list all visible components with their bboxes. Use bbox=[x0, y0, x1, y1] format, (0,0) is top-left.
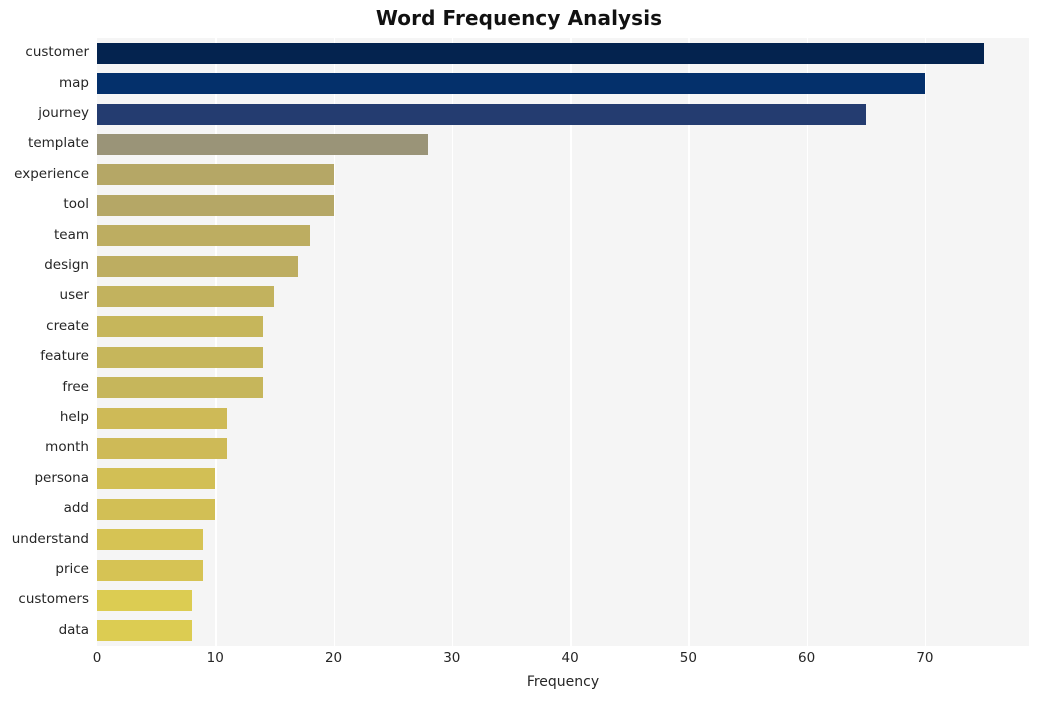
bar-data[interactable] bbox=[97, 620, 192, 642]
bar-row bbox=[97, 437, 1029, 459]
y-tick-label-persona: persona bbox=[34, 469, 89, 486]
x-axis-tick-labels: 0 10 20 30 40 50 60 70 bbox=[0, 650, 1038, 672]
x-tick-label-20: 20 bbox=[324, 650, 343, 666]
x-tick-label-0: 0 bbox=[92, 650, 102, 666]
bar-row bbox=[97, 133, 1029, 155]
chart-title: Word Frequency Analysis bbox=[375, 6, 663, 30]
word-frequency-chart-figure: Word Frequency Analysis customer map journ… bbox=[0, 0, 1038, 701]
bar-customer[interactable] bbox=[97, 42, 985, 64]
bar-row bbox=[97, 559, 1029, 581]
y-tick-label-journey: journey bbox=[38, 105, 89, 121]
bar-row bbox=[97, 194, 1029, 216]
y-tick-label-design: design bbox=[44, 257, 89, 273]
y-tick-label-feature: feature bbox=[40, 348, 89, 365]
y-tick-label-free: free bbox=[62, 378, 89, 395]
x-tick-label-50: 50 bbox=[679, 650, 697, 666]
bar-team[interactable] bbox=[97, 225, 310, 247]
bar-row bbox=[97, 377, 1029, 399]
y-tick-label-template: template bbox=[28, 135, 89, 152]
bar-row bbox=[97, 285, 1029, 307]
y-tick-label-help: help bbox=[59, 409, 89, 425]
bar-journey[interactable] bbox=[97, 103, 866, 125]
bar-map[interactable] bbox=[97, 73, 925, 95]
bar-persona[interactable] bbox=[97, 468, 216, 490]
bar-help[interactable] bbox=[97, 407, 228, 429]
x-tick-label-60: 60 bbox=[798, 650, 816, 666]
bar-row bbox=[97, 589, 1029, 611]
y-tick-label-experience: experience bbox=[14, 165, 89, 182]
bar-feature[interactable] bbox=[97, 346, 263, 368]
x-tick-label-40: 40 bbox=[561, 650, 579, 666]
y-tick-label-customer: customer bbox=[25, 44, 89, 61]
y-tick-label-user: user bbox=[59, 287, 89, 304]
x-tick-label-10: 10 bbox=[206, 650, 224, 666]
bar-row bbox=[97, 468, 1029, 490]
bar-price[interactable] bbox=[97, 559, 204, 581]
y-tick-label-map: map bbox=[59, 74, 89, 91]
bar-row bbox=[97, 529, 1029, 551]
x-axis-title: Frequency bbox=[526, 674, 600, 690]
y-tick-label-price: price bbox=[55, 561, 89, 577]
bar-create[interactable] bbox=[97, 316, 263, 338]
bar-template[interactable] bbox=[97, 133, 429, 155]
bar-understand[interactable] bbox=[97, 529, 204, 551]
bar-month[interactable] bbox=[97, 437, 228, 459]
bar-row bbox=[97, 225, 1029, 247]
y-tick-label-customers: customers bbox=[18, 591, 89, 608]
y-tick-label-team: team bbox=[53, 226, 89, 243]
bar-user[interactable] bbox=[97, 285, 275, 307]
plot-area bbox=[97, 38, 1029, 646]
bar-row bbox=[97, 346, 1029, 368]
bar-tool[interactable] bbox=[97, 194, 334, 216]
bar-experience[interactable] bbox=[97, 164, 334, 186]
y-tick-label-create: create bbox=[46, 317, 89, 334]
bar-row bbox=[97, 164, 1029, 186]
y-tick-label-data: data bbox=[58, 621, 89, 638]
bar-row bbox=[97, 255, 1029, 277]
y-tick-label-tool: tool bbox=[63, 196, 89, 213]
bar-free[interactable] bbox=[97, 377, 263, 399]
bar-row bbox=[97, 73, 1029, 95]
bar-row bbox=[97, 620, 1029, 642]
x-tick-label-70: 70 bbox=[916, 650, 934, 666]
x-tick-label-30: 30 bbox=[443, 650, 461, 666]
bars-container bbox=[97, 38, 1029, 646]
bar-row bbox=[97, 103, 1029, 125]
y-tick-label-month: month bbox=[45, 439, 89, 456]
y-axis-tick-labels: customer map journey template experience tool… bbox=[0, 38, 89, 646]
bar-row bbox=[97, 316, 1029, 338]
bar-row bbox=[97, 498, 1029, 520]
bar-design[interactable] bbox=[97, 255, 299, 277]
bar-row bbox=[97, 407, 1029, 429]
bar-add[interactable] bbox=[97, 498, 216, 520]
y-tick-label-understand: understand bbox=[11, 530, 89, 547]
y-tick-label-add: add bbox=[63, 500, 89, 517]
bar-customers[interactable] bbox=[97, 589, 192, 611]
bar-row bbox=[97, 42, 1029, 64]
